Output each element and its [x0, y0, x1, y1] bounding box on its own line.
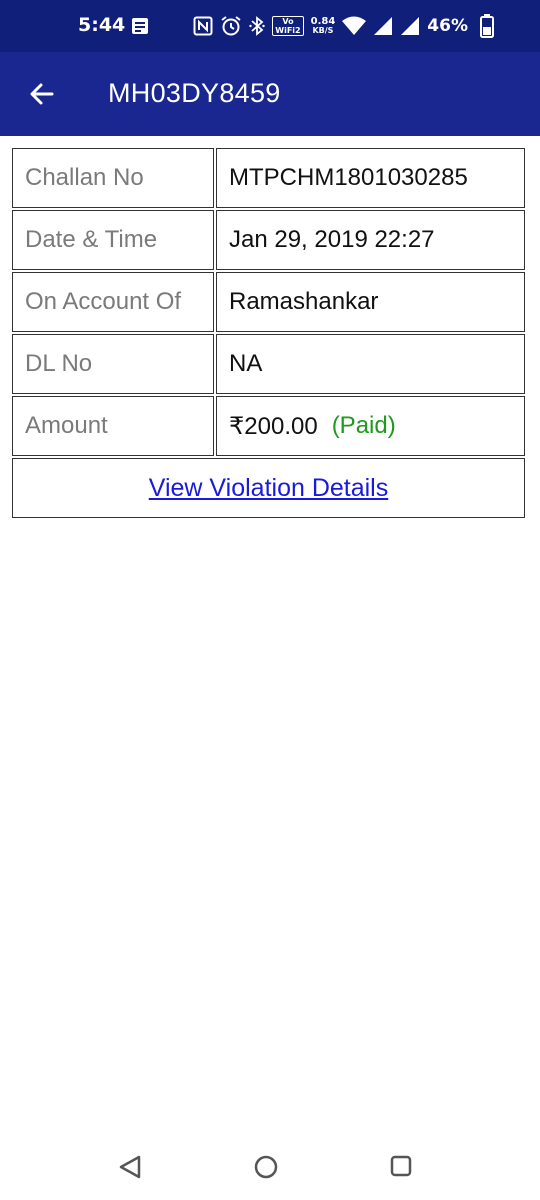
arrow-left-icon[interactable]	[28, 80, 56, 108]
alarm-icon	[221, 16, 241, 36]
status-icons: Vo WiFi2 0.84 KB/S 46%	[193, 12, 468, 40]
volte-top-label: Vo	[282, 17, 294, 26]
table-row: On Account Of Ramashankar	[12, 272, 525, 334]
row-value: Ramashankar	[216, 272, 525, 332]
volte-wifi-icon: Vo WiFi2	[272, 16, 304, 36]
nfc-icon	[193, 16, 213, 36]
bluetooth-icon	[249, 16, 265, 36]
challan-details-table: Challan No MTPCHM1801030285 Date & Time …	[12, 148, 525, 518]
network-speed: 0.84 KB/S	[310, 16, 336, 36]
row-label: Amount	[12, 396, 214, 456]
page-title: MH03DY8459	[108, 78, 281, 108]
signal-icon	[401, 17, 420, 35]
volte-bottom-label: WiFi2	[275, 26, 301, 35]
row-value: NA	[216, 334, 525, 394]
payment-status: (Paid)	[331, 412, 396, 439]
app-bar: MH03DY8459	[0, 52, 540, 136]
amount-cell: ₹200.00 (Paid)	[216, 396, 525, 456]
notification-icon	[132, 18, 148, 34]
system-nav-bar	[0, 1130, 540, 1200]
view-violation-details-link[interactable]: View Violation Details	[149, 474, 389, 503]
row-label: Date & Time	[12, 210, 214, 270]
view-violation-row: View Violation Details	[12, 458, 525, 518]
nav-home-icon[interactable]	[253, 1154, 279, 1180]
battery-icon	[480, 14, 494, 38]
battery-percent: 46%	[427, 16, 468, 36]
table-row: Amount ₹200.00 (Paid)	[12, 396, 525, 458]
table-row: Challan No MTPCHM1801030285	[12, 148, 525, 210]
net-speed-unit: KB/S	[312, 26, 334, 35]
row-label: Challan No	[12, 148, 214, 208]
nav-recents-icon[interactable]	[389, 1154, 413, 1178]
amount-value: ₹200.00	[229, 412, 318, 440]
row-label: DL No	[12, 334, 214, 394]
row-value: Jan 29, 2019 22:27	[216, 210, 525, 270]
row-value: MTPCHM1801030285	[216, 148, 525, 208]
status-bar: 5:44 Vo WiFi2 0.84 KB/S 46%	[0, 0, 540, 52]
nav-back-icon[interactable]	[117, 1154, 143, 1180]
status-time: 5:44	[78, 14, 126, 36]
table-row: Date & Time Jan 29, 2019 22:27	[12, 210, 525, 272]
table-row: DL No NA	[12, 334, 525, 396]
row-label: On Account Of	[12, 272, 214, 332]
signal-icon	[374, 17, 393, 35]
wifi-icon	[342, 16, 367, 35]
net-speed-value: 0.84	[310, 16, 336, 27]
